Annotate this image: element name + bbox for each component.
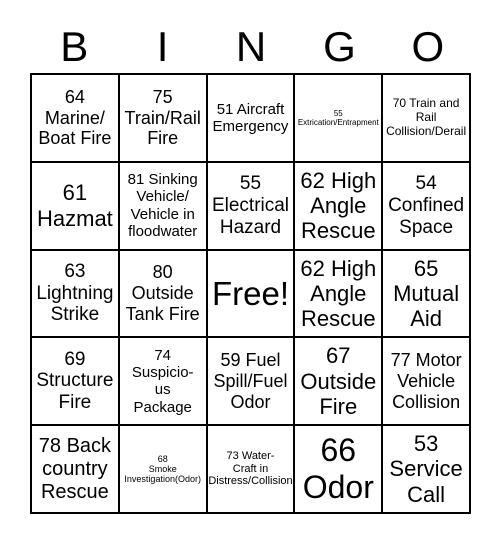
bingo-cell[interactable]: 74 Suspicio- us Package [118,337,207,426]
bingo-cell[interactable]: 63 Lightning Strike [31,249,119,338]
bingo-cell[interactable]: 69 Structure Fire [31,337,119,426]
bingo-grid: 64 Marine/ Boat Fire 75 Train/Rail Fire 51… [30,73,471,514]
bingo-cell[interactable]: 55 Electrical Hazard [206,161,295,250]
header-letter-n: N [235,23,267,70]
bingo-cell[interactable]: 62 High Angle Rescue [294,249,383,338]
bingo-cell[interactable]: 54 Confined Space [382,161,470,250]
bingo-cell[interactable]: 65 Mutual Aid [382,249,470,338]
bingo-cell[interactable]: 66 Odor [294,425,383,513]
header-letter-b: B [60,23,89,70]
bingo-cell[interactable]: 77 Motor Vehicle Collision [382,337,470,426]
header-letter-g: G [323,23,356,70]
bingo-cell[interactable]: 81 Sinking Vehicle/ Vehicle in floodwate… [118,161,207,250]
bingo-cell[interactable]: 80 Outside Tank Fire [118,249,207,338]
bingo-cell[interactable]: 59 Fuel Spill/Fuel Odor [206,337,295,426]
bingo-cell[interactable]: 55 Extrication/Entrapment [294,74,383,162]
bingo-cell[interactable]: 53 Service Call [382,425,470,513]
header-letter-i: I [156,23,169,70]
bingo-cell[interactable]: 73 Water- Craft in Distress/Collision [206,425,295,513]
bingo-cell[interactable]: Free! [206,249,295,338]
bingo-cell[interactable]: 67 Outside Fire [294,337,383,426]
bingo-cell[interactable]: 75 Train/Rail Fire [118,74,207,162]
bingo-cell[interactable]: 62 High Angle Rescue [294,161,383,250]
bingo-cell[interactable]: 64 Marine/ Boat Fire [31,74,119,162]
bingo-cell[interactable]: 70 Train and Rail Collision/Derail [382,74,470,162]
bingo-cell[interactable]: 68 Smoke Investigation(Odor) [118,425,207,513]
bingo-header: B I N G O [30,22,472,72]
bingo-cell[interactable]: 78 Back country Rescue [31,425,119,513]
header-letter-o: O [411,23,445,70]
bingo-cell[interactable]: 51 Aircraft Emergency [206,74,295,162]
bingo-cell[interactable]: 61 Hazmat [31,161,119,250]
